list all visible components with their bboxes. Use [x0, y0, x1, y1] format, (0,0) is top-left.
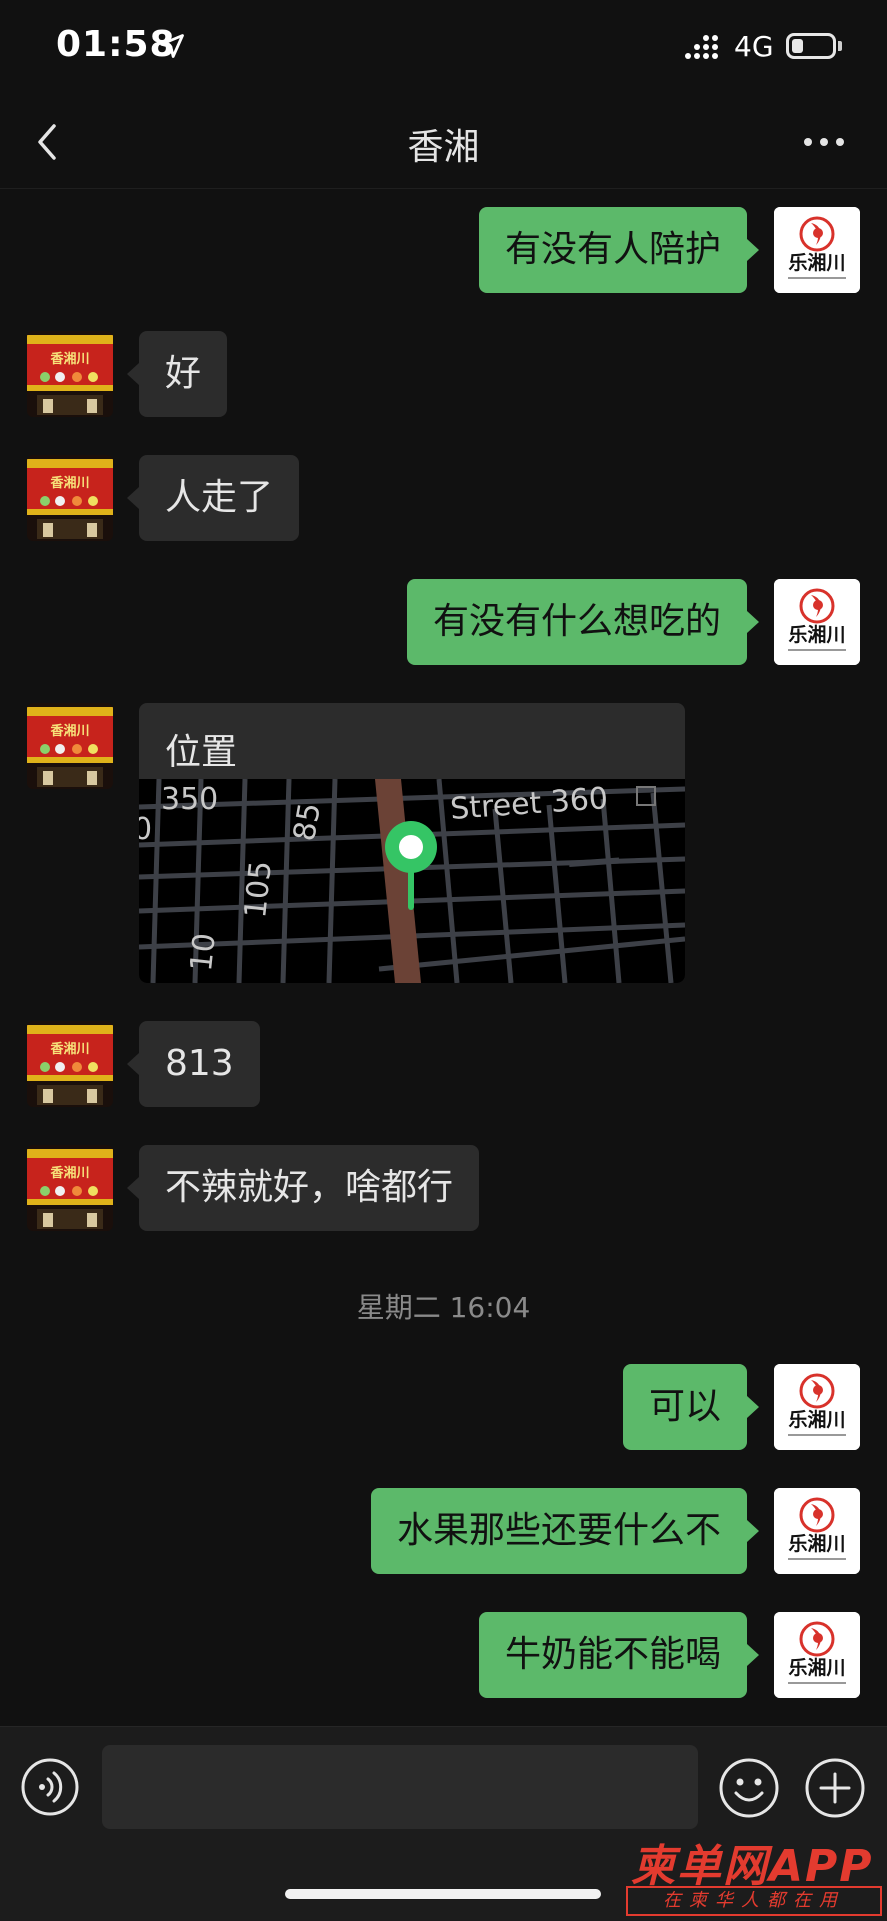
emoji-icon[interactable]	[718, 1757, 780, 1819]
contact-avatar[interactable]	[27, 455, 113, 541]
watermark: 柬单网APP 在柬华人都在用	[626, 1830, 886, 1920]
chat-timestamp: 星期二 16:04	[356, 1291, 531, 1324]
watermark-main: 柬单网APP	[631, 1841, 874, 1892]
outgoing-message-bubble[interactable]: 有没有什么想吃的	[406, 579, 760, 665]
own-avatar[interactable]	[774, 579, 860, 665]
incoming-message-bubble[interactable]: 好	[126, 331, 228, 417]
voice-icon[interactable]	[20, 1757, 80, 1817]
map-label: 10	[184, 931, 223, 973]
contact-avatar[interactable]	[27, 1145, 113, 1231]
location-map[interactable]: 350 0 05 85 105 10 Street 360	[139, 779, 685, 983]
incoming-message-bubble[interactable]: 人走了	[126, 455, 300, 541]
location-arrow-icon	[160, 34, 184, 58]
map-label: 0	[139, 812, 152, 847]
outgoing-message-bubble[interactable]: 水果那些还要什么不	[370, 1488, 760, 1574]
contact-avatar[interactable]	[27, 703, 113, 789]
own-avatar[interactable]	[774, 1364, 860, 1450]
own-avatar[interactable]	[774, 207, 860, 293]
plus-icon[interactable]	[804, 1757, 866, 1819]
map-label: 85	[287, 800, 328, 844]
battery-level	[792, 39, 803, 53]
map-label: 350	[161, 782, 218, 817]
battery-icon	[786, 33, 836, 59]
battery-cap	[838, 41, 842, 51]
watermark-sub: 在柬华人都在用	[626, 1886, 882, 1916]
location-message-card[interactable]: 位置 350 0 85 105 10 Street 360	[139, 703, 685, 983]
incoming-message-bubble[interactable]: 813	[127, 1021, 260, 1107]
outgoing-message-bubble[interactable]: 牛奶能不能喝	[478, 1612, 760, 1698]
incoming-message-bubble[interactable]: 不辣就好，啥都行	[126, 1145, 480, 1231]
location-title: 位置	[165, 732, 238, 773]
cellular-signal-icon	[685, 35, 718, 59]
chat-title: 香湘	[407, 127, 480, 168]
own-avatar[interactable]	[774, 1488, 860, 1574]
status-bar: 01:58 4G	[0, 0, 887, 96]
network-type: 4G	[734, 30, 774, 63]
more-dots-icon[interactable]	[800, 126, 848, 158]
message-row: 位置 350 0 85 105 10 Street 360	[0, 703, 887, 983]
contact-avatar[interactable]	[27, 331, 113, 417]
outgoing-message-bubble[interactable]: 有没有人陪护	[478, 207, 760, 293]
map-label: 105	[238, 859, 279, 920]
own-avatar[interactable]	[774, 1612, 860, 1698]
home-indicator[interactable]	[285, 1889, 601, 1899]
contact-avatar[interactable]	[27, 1021, 113, 1107]
message-input[interactable]	[102, 1745, 698, 1829]
outgoing-message-bubble[interactable]: 可以	[622, 1364, 760, 1450]
chat-header: 香湘	[0, 96, 887, 189]
